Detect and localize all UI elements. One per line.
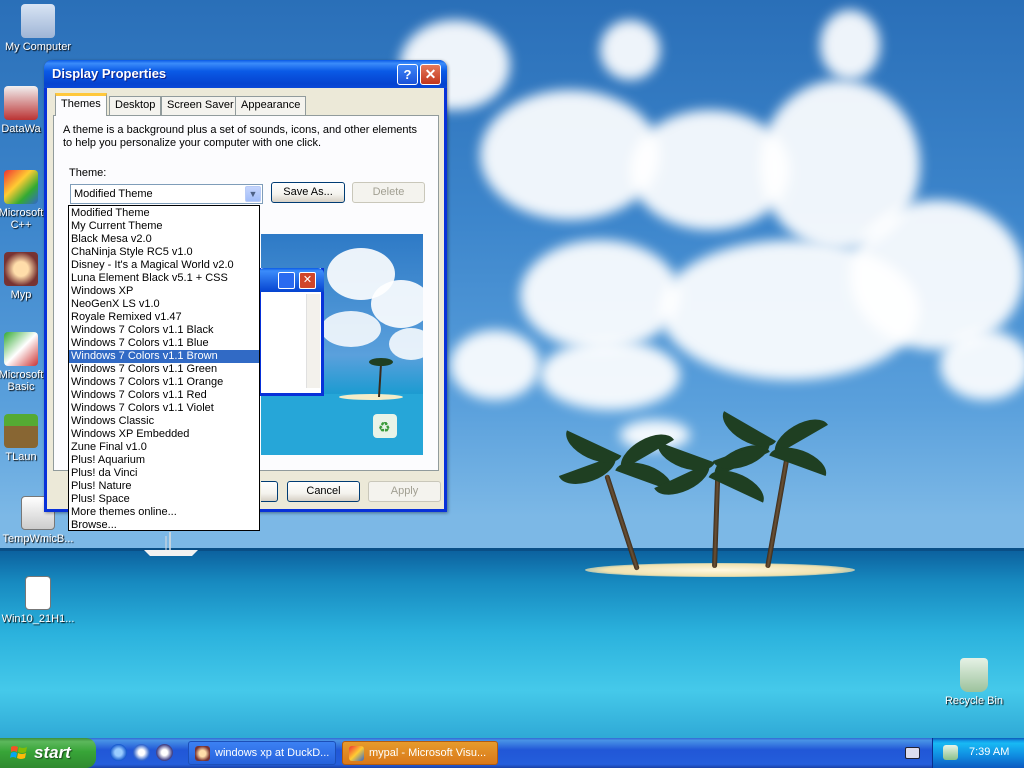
visual-studio-icon bbox=[349, 746, 364, 761]
preview-title-bar: ✕ bbox=[258, 268, 324, 292]
save-as-button[interactable]: Save As... bbox=[271, 182, 345, 203]
desktop-icon-label: My Computer bbox=[4, 41, 72, 53]
theme-option[interactable]: Disney - It's a Magical World v2.0 bbox=[69, 259, 259, 272]
theme-option[interactable]: Plus! Space bbox=[69, 493, 259, 506]
theme-select-value: Modified Theme bbox=[74, 188, 153, 200]
maximize-icon bbox=[278, 272, 295, 289]
theme-option[interactable]: Windows 7 Colors v1.1 Orange bbox=[69, 376, 259, 389]
media-player-icon[interactable] bbox=[156, 744, 173, 761]
my-computer-icon bbox=[21, 4, 55, 38]
safely-remove-icon[interactable] bbox=[943, 745, 958, 760]
theme-option[interactable]: Modified Theme bbox=[69, 207, 259, 220]
disc-image-icon bbox=[25, 576, 51, 610]
cancel-button[interactable]: Cancel bbox=[287, 481, 360, 502]
desktop-icon-label: Win10_21H1... bbox=[1, 613, 75, 625]
theme-option[interactable]: Windows 7 Colors v1.1 Green bbox=[69, 363, 259, 376]
close-icon: ✕ bbox=[424, 66, 437, 82]
desktop-icon-label: TempWmicB... bbox=[2, 533, 74, 545]
tab-appearance[interactable]: Appearance bbox=[235, 96, 307, 115]
apply-button[interactable]: Apply bbox=[368, 481, 441, 502]
theme-option[interactable]: Royale Remixed v1.47 bbox=[69, 311, 259, 324]
taskbar-button-visual-studio[interactable]: mypal - Microsoft Visu... bbox=[342, 741, 498, 765]
title-bar[interactable]: Display Properties ? ✕ bbox=[44, 60, 447, 88]
visual-basic-icon bbox=[4, 332, 38, 366]
start-button[interactable]: start bbox=[0, 738, 96, 768]
theme-option[interactable]: Windows XP Embedded bbox=[69, 428, 259, 441]
sailboat bbox=[144, 532, 198, 556]
theme-option[interactable]: NeoGenX LS v1.0 bbox=[69, 298, 259, 311]
taskbar: start windows xp at DuckD... mypal - Mic… bbox=[0, 738, 1024, 768]
desktop-icon-label: Recycle Bin bbox=[944, 695, 1004, 707]
recycle-bin-icon bbox=[960, 658, 988, 692]
tab-screen-saver[interactable]: Screen Saver bbox=[161, 96, 240, 115]
theme-option[interactable]: Luna Element Black v5.1 + CSS bbox=[69, 272, 259, 285]
theme-option[interactable]: ChaNinja Style RC5 v1.0 bbox=[69, 246, 259, 259]
theme-option[interactable]: Windows 7 Colors v1.1 Black bbox=[69, 324, 259, 337]
clock[interactable]: 7:39 AM bbox=[969, 746, 1009, 758]
delete-button[interactable]: Delete bbox=[352, 182, 425, 203]
windows-logo-icon bbox=[10, 746, 27, 759]
theme-option[interactable]: My Current Theme bbox=[69, 220, 259, 233]
theme-option[interactable]: Windows 7 Colors v1.1 Brown bbox=[69, 350, 259, 363]
theme-option[interactable]: Windows 7 Colors v1.1 Violet bbox=[69, 402, 259, 415]
tab-themes[interactable]: Themes bbox=[55, 93, 107, 116]
theme-option[interactable]: Plus! Nature bbox=[69, 480, 259, 493]
minecraft-icon bbox=[4, 414, 38, 448]
ok-button[interactable] bbox=[261, 481, 278, 502]
theme-option[interactable]: Windows 7 Colors v1.1 Blue bbox=[69, 337, 259, 350]
taskbar-button-browser[interactable]: windows xp at DuckD... bbox=[188, 741, 336, 765]
keyboard-icon[interactable] bbox=[905, 747, 920, 759]
theme-option[interactable]: Windows 7 Colors v1.1 Red bbox=[69, 389, 259, 402]
window-title: Display Properties bbox=[52, 66, 167, 81]
mypal-browser-icon bbox=[195, 746, 210, 761]
visual-cpp-icon bbox=[4, 170, 38, 204]
taskbar-button-label: mypal - Microsoft Visu... bbox=[369, 747, 487, 759]
desktop-icon-my-computer[interactable]: My Computer bbox=[0, 4, 78, 53]
theme-option[interactable]: Zune Final v1.0 bbox=[69, 441, 259, 454]
themes-description: A theme is a background plus a set of so… bbox=[63, 124, 418, 149]
system-tray: 7:39 AM bbox=[932, 738, 1024, 768]
island bbox=[585, 563, 855, 577]
datawa-icon bbox=[4, 86, 38, 120]
theme-option[interactable]: Black Mesa v2.0 bbox=[69, 233, 259, 246]
start-label: start bbox=[34, 743, 71, 762]
theme-dropdown-list[interactable]: Modified Theme My Current Theme Black Mesa… bbox=[68, 205, 260, 531]
close-icon: ✕ bbox=[299, 272, 316, 289]
close-button[interactable]: ✕ bbox=[420, 64, 441, 85]
svg-text:♻: ♻ bbox=[378, 420, 391, 436]
preview-scrollbar bbox=[306, 294, 320, 388]
outlook-express-icon[interactable] bbox=[133, 744, 150, 761]
question-icon: ? bbox=[403, 67, 412, 82]
help-button[interactable]: ? bbox=[397, 64, 418, 85]
theme-option[interactable]: Windows Classic bbox=[69, 415, 259, 428]
theme-option[interactable]: Plus! Aquarium bbox=[69, 454, 259, 467]
desktop-icon-win10-iso[interactable]: Win10_21H1... bbox=[0, 576, 78, 625]
sea bbox=[0, 548, 1024, 738]
chevron-down-icon[interactable]: ▼ bbox=[245, 186, 261, 202]
taskbar-button-label: windows xp at DuckD... bbox=[215, 747, 330, 759]
theme-select[interactable]: Modified Theme ▼ bbox=[70, 184, 263, 204]
theme-label: Theme: bbox=[69, 167, 107, 179]
theme-option[interactable]: Browse... bbox=[69, 519, 259, 532]
preview-window: ✕ bbox=[258, 268, 324, 396]
tab-desktop[interactable]: Desktop bbox=[109, 96, 162, 115]
desktop-icon-recycle-bin[interactable]: Recycle Bin bbox=[934, 658, 1014, 707]
theme-option[interactable]: Windows XP bbox=[69, 285, 259, 298]
mypal-icon bbox=[4, 252, 38, 286]
theme-option[interactable]: More themes online... bbox=[69, 506, 259, 519]
internet-explorer-icon[interactable] bbox=[110, 744, 127, 761]
theme-option[interactable]: Plus! da Vinci bbox=[69, 467, 259, 480]
